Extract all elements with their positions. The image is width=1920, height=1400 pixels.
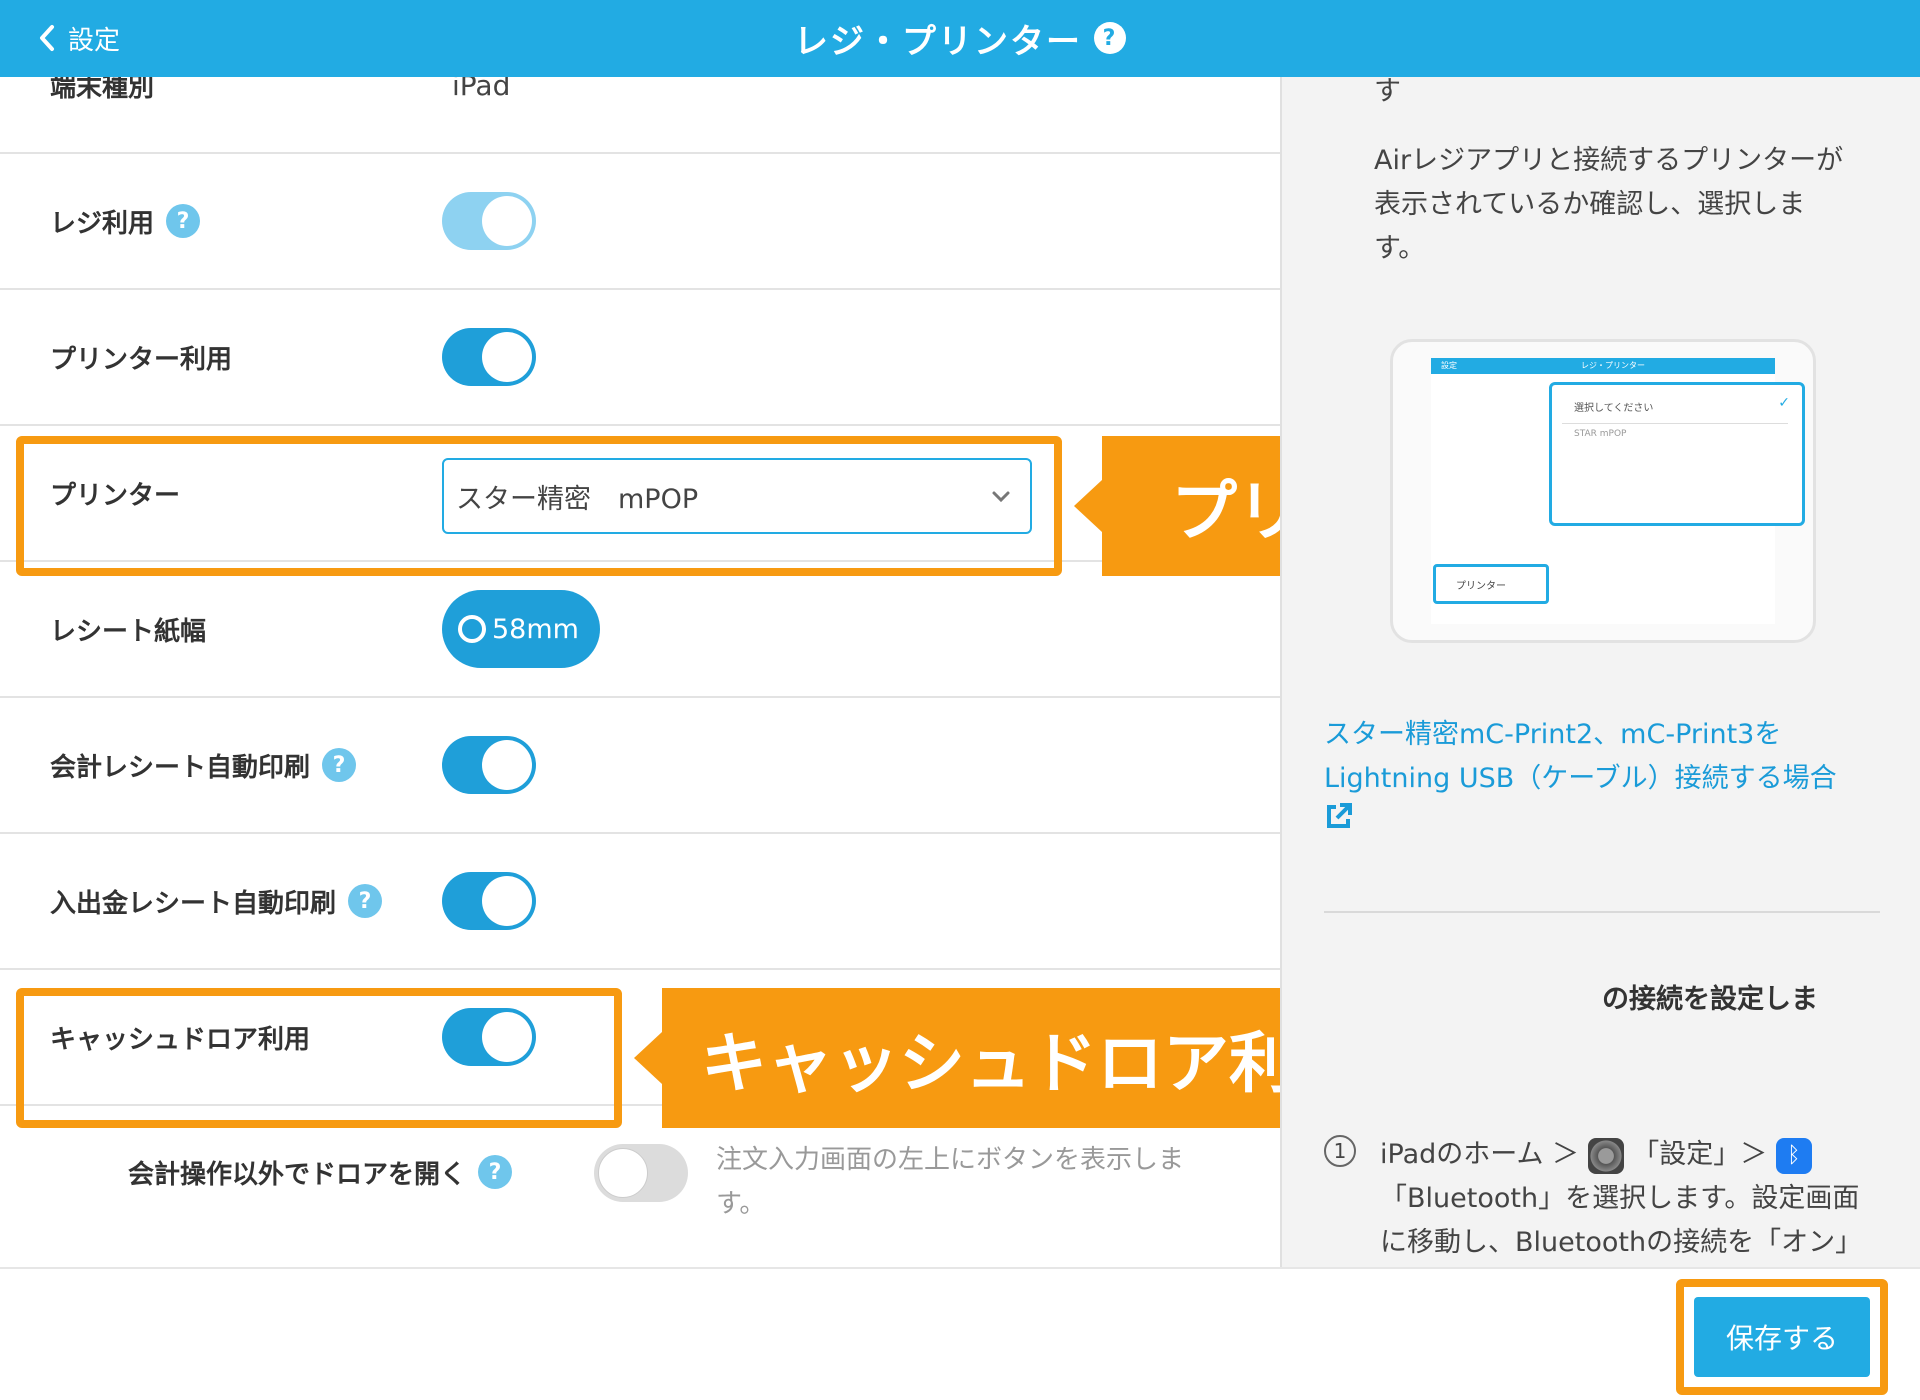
step-number: 1 bbox=[1324, 1135, 1356, 1167]
register-use-toggle[interactable] bbox=[442, 192, 536, 250]
row-device-type: 端末種別 iPad bbox=[0, 77, 1280, 154]
open-drawer-toggle[interactable] bbox=[594, 1144, 688, 1202]
row-printer-use: プリンター利用 bbox=[0, 290, 1280, 426]
printer-use-label: プリンター利用 bbox=[50, 344, 233, 375]
row-auto-print-cash: 入出金レシート自動印刷 ? bbox=[0, 834, 1280, 970]
radio-icon bbox=[458, 615, 486, 643]
device-type-value: iPad bbox=[452, 77, 511, 102]
toggle-knob bbox=[598, 1148, 648, 1198]
open-drawer-description: 注文入力画面の左上にボタンを表示します。 bbox=[716, 1145, 1185, 1219]
toggle-knob bbox=[482, 332, 532, 382]
settings-app-icon bbox=[1587, 1137, 1624, 1174]
help-icon[interactable]: ? bbox=[166, 204, 201, 238]
thumb-popup-item: 選択してください bbox=[1574, 403, 1654, 414]
thumb-back: 設定 bbox=[1441, 361, 1457, 370]
bluetooth-step-heading: の接続を設定しま bbox=[1602, 984, 1818, 1015]
help-icon[interactable]: ? bbox=[322, 748, 357, 782]
check-icon: ✓ bbox=[1778, 395, 1790, 411]
thumb-popup: 選択してください ✓ STAR mPOP bbox=[1549, 382, 1805, 526]
thumb-popup-item2: STAR mPOP bbox=[1574, 429, 1627, 439]
auto-print-receipt-toggle[interactable] bbox=[442, 736, 536, 794]
mc-print-usb-link[interactable]: スター精密mC-Print2、mC-Print3をLightning USB（ケ… bbox=[1324, 713, 1884, 845]
receipt-width-label: レシート紙幅 bbox=[50, 616, 207, 647]
external-link-icon bbox=[1327, 803, 1352, 828]
auto-print-cash-label: 入出金レシート自動印刷 ? bbox=[50, 834, 383, 968]
header-bar: 設定 レジ・プリンター ? bbox=[0, 0, 1920, 77]
help-intro-text: Airレジアプリと接続するプリンターが表示されているか確認し、選択します。 bbox=[1374, 145, 1844, 264]
toggle-knob bbox=[482, 740, 532, 790]
auto-print-cash-toggle[interactable] bbox=[442, 872, 536, 930]
help-icon[interactable]: ? bbox=[478, 1155, 513, 1189]
row-open-drawer: 会計操作以外でドロアを開く ? 注文入力画面の左上にボタンを表示します。 bbox=[0, 1106, 1280, 1267]
row-auto-print-receipt: 会計レシート自動印刷 ? bbox=[0, 698, 1280, 834]
thumb-row-label: プリンター bbox=[1433, 564, 1549, 604]
row-register-use: レジ利用 ? bbox=[0, 154, 1280, 290]
bluetooth-icon: ᛒ bbox=[1775, 1137, 1812, 1174]
save-button[interactable]: 保存する bbox=[1694, 1297, 1870, 1377]
auto-print-receipt-label: 会計レシート自動印刷 ? bbox=[50, 698, 357, 832]
footer-bar: 保存する bbox=[0, 1267, 1920, 1400]
printer-use-toggle[interactable] bbox=[442, 328, 536, 386]
help-panel: す Airレジアプリと接続するプリンターが表示されているか確認し、選択します。 … bbox=[1280, 77, 1920, 1267]
printer-screenshot-thumbnail: 設定 レジ・プリンター 選択してください ✓ STAR mPOP プリンター bbox=[1390, 339, 1816, 643]
row-receipt-width: レシート紙幅 58mm bbox=[0, 562, 1280, 698]
register-use-label: レジ利用 ? bbox=[50, 154, 201, 288]
toggle-knob bbox=[482, 876, 532, 926]
toggle-knob bbox=[482, 196, 532, 246]
receipt-width-58mm-option[interactable]: 58mm bbox=[442, 590, 600, 668]
help-icon[interactable]: ? bbox=[1094, 22, 1126, 54]
bluetooth-step-1: 1 iPadのホーム ＞ 「設定」＞ ᛒ 「Bluetooth」を選択します。設… bbox=[1324, 1133, 1884, 1267]
divider bbox=[1324, 911, 1880, 913]
device-type-label: 端末種別 bbox=[50, 77, 155, 103]
cash-drawer-highlight-box bbox=[16, 988, 622, 1128]
printer-highlight-box bbox=[16, 436, 1062, 576]
help-text-fragment: す bbox=[1374, 77, 1401, 107]
help-icon[interactable]: ? bbox=[348, 884, 383, 918]
thumb-title: レジ・プリンター bbox=[1581, 361, 1645, 370]
page-title: レジ・プリンター ? bbox=[0, 14, 1920, 62]
